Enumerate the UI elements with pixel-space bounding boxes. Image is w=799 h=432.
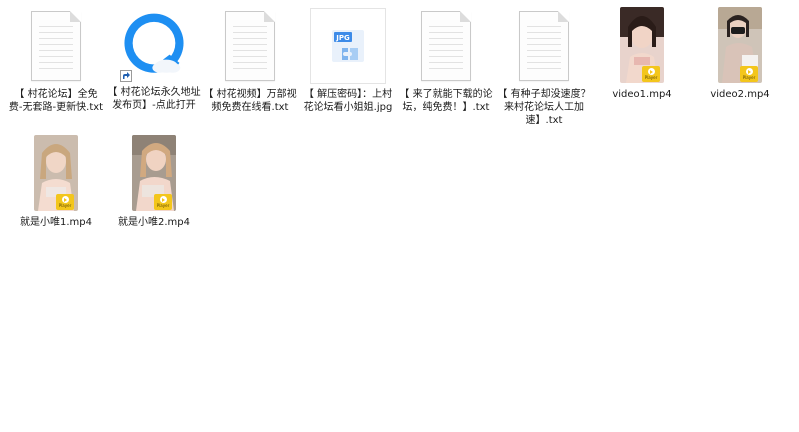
jpg-thumb-text: JPG — [335, 34, 350, 42]
file-name-label: 【 来了就能下载的论坛，纯免费！】.txt — [399, 89, 493, 113]
file-item-txt-1[interactable]: 【 村花论坛】全免费-无套路-更新快.txt — [8, 8, 104, 114]
file-item-jpg[interactable]: JPG 【 解压密码】：上村花论坛看小姐姐.jpg — [300, 8, 396, 114]
text-file-icon — [414, 8, 478, 84]
file-name-label: 就是小唯2.mp4 — [118, 217, 190, 228]
video-thumbnail: Player — [708, 6, 772, 84]
text-file-icon — [218, 8, 282, 84]
player-badge-text: Player — [644, 75, 658, 80]
video-thumbnail: Player — [24, 134, 88, 212]
file-name-label: 【 村花论坛】全免费-无套路-更新快.txt — [8, 89, 104, 113]
video-thumbnail: Player — [122, 134, 186, 212]
shortcut-arrow-icon — [120, 70, 132, 82]
file-explorer-content-pane: 【 村花论坛】全免费-无套路-更新快.txt 【 村花论坛永久地址发布页】-点此… — [0, 0, 799, 432]
file-name-label: video2.mp4 — [710, 89, 770, 100]
text-file-icon — [512, 8, 576, 84]
file-name-label: 就是小唯1.mp4 — [20, 217, 92, 228]
video-thumbnail: Player — [610, 6, 674, 84]
image-file-icon: JPG — [309, 8, 387, 84]
player-badge-text: Player — [156, 203, 170, 208]
file-name-label: video1.mp4 — [612, 89, 672, 100]
file-name-label: 【 有种子却没速度？来村花论坛人工加速】.txt — [497, 89, 591, 126]
file-item-video2[interactable]: Player video2.mp4 — [692, 6, 788, 101]
player-badge-icon: Player — [154, 194, 172, 210]
file-item-video3[interactable]: Player 就是小唯1.mp4 — [8, 134, 104, 229]
player-badge-icon: Player — [740, 66, 758, 82]
file-item-shortcut[interactable]: 【 村花论坛永久地址发布页】-点此打开 — [106, 4, 202, 112]
player-badge-icon: Player — [56, 194, 74, 210]
player-badge-icon: Player — [642, 66, 660, 82]
text-file-icon — [24, 8, 88, 84]
file-item-video4[interactable]: Player 就是小唯2.mp4 — [106, 134, 202, 229]
file-item-txt-2[interactable]: 【 村花视频】万部视频免费在线看.txt — [202, 8, 298, 114]
file-name-label: 【 解压密码】：上村花论坛看小姐姐.jpg — [303, 89, 393, 113]
player-badge-text: Player — [742, 75, 756, 80]
browser-shortcut-icon — [120, 4, 186, 84]
player-badge-text: Player — [58, 203, 72, 208]
file-item-txt-4[interactable]: 【 有种子却没速度？来村花论坛人工加速】.txt — [496, 8, 592, 127]
file-name-label: 【 村花视频】万部视频免费在线看.txt — [203, 89, 297, 113]
file-item-txt-3[interactable]: 【 来了就能下载的论坛，纯免费！】.txt — [398, 8, 494, 114]
file-item-video1[interactable]: Player video1.mp4 — [594, 6, 690, 101]
file-name-label: 【 村花论坛永久地址发布页】-点此打开 — [107, 87, 201, 111]
